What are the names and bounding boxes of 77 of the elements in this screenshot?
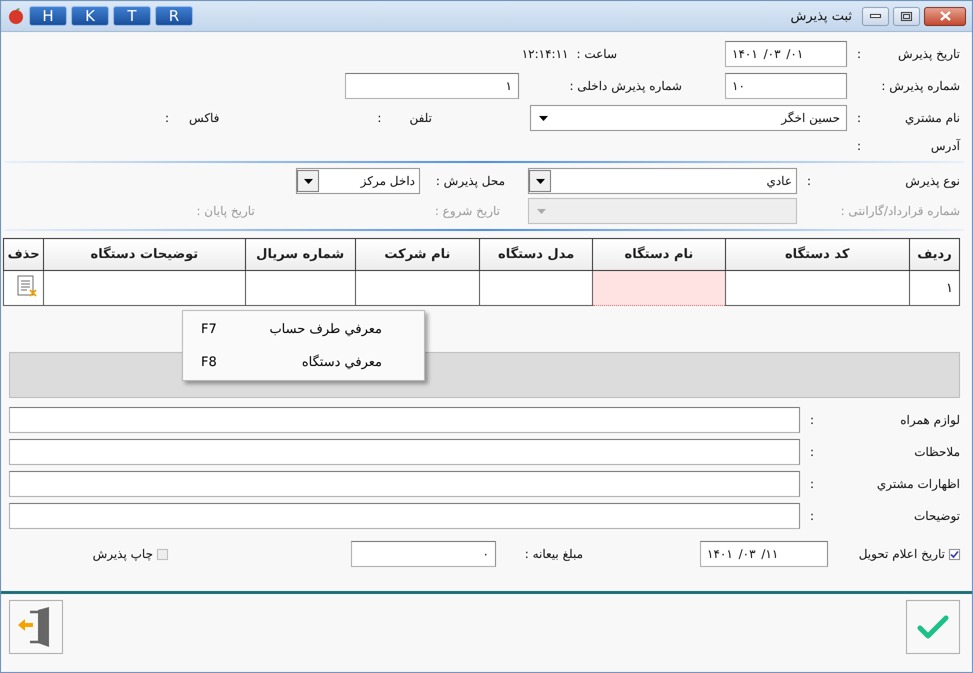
shortcut-button[interactable]: H <box>29 6 67 26</box>
column-header[interactable]: ردیف <box>909 238 960 270</box>
checkbox-label: تاریخ اعلام تحویل <box>858 547 945 561</box>
colon-label: : <box>810 509 814 523</box>
colon-label: : <box>810 445 814 459</box>
table-cell[interactable] <box>245 270 356 306</box>
checkbox-label: چاپ پذیرش <box>92 547 153 561</box>
checkbox[interactable] <box>949 548 960 560</box>
shortcut-button[interactable]: T <box>113 6 151 26</box>
column-header[interactable]: توضیحات دستگاه <box>44 238 246 270</box>
column-header[interactable]: حذف <box>4 238 44 270</box>
input-field[interactable] <box>9 407 800 433</box>
field-label: اظهارات مشتري <box>876 477 960 491</box>
exit-button[interactable] <box>9 600 63 654</box>
field-label: ملاحظات <box>914 445 960 459</box>
colon-label: : <box>810 477 814 491</box>
close-button[interactable] <box>924 6 966 26</box>
table-cell[interactable] <box>44 270 246 306</box>
column-header[interactable]: کد دستگاه <box>725 238 910 270</box>
dropdown-arrow-icon <box>536 178 544 184</box>
column-header[interactable]: شماره سریال <box>245 238 356 270</box>
column-header[interactable]: نام دستگاه <box>592 238 726 270</box>
field-label: توضیحات <box>914 509 960 523</box>
field-label: آدرس <box>930 139 960 153</box>
field-label: لوازم همراه <box>900 413 960 427</box>
minimize-button[interactable] <box>862 6 889 26</box>
field-label: تاریخ شروع : <box>434 204 500 218</box>
field-label: شماره پذیرش داخلی : <box>568 79 682 93</box>
column-header[interactable]: مدل دستگاه <box>480 238 593 270</box>
field-label: تلفن <box>409 111 432 125</box>
shortcut-button[interactable]: R <box>155 6 193 26</box>
colon-label: : <box>857 111 862 125</box>
delete-row-icon[interactable] <box>15 274 40 298</box>
apple-icon <box>7 7 25 25</box>
time-value: ۱۲:۱۴:۱۱ <box>522 47 568 61</box>
dropdown-arrow-icon <box>539 116 548 120</box>
field-label: تاریخ پذیرش <box>898 47 960 61</box>
table-cell[interactable] <box>592 270 726 306</box>
colon-label: : <box>857 47 862 61</box>
input-field[interactable]: ۱ <box>345 73 519 99</box>
field-label: شماره پذیرش : <box>881 79 960 93</box>
minimize-icon <box>870 14 881 18</box>
field-label: محل پذیرش : <box>434 174 505 188</box>
maximize-button[interactable] <box>893 6 920 26</box>
shortcut-button[interactable]: K <box>71 6 109 26</box>
checkmark-icon <box>916 614 950 640</box>
type-combo[interactable]: عادي <box>528 168 797 194</box>
field-label: نام مشتري <box>904 111 960 125</box>
date-field[interactable]: ۱۴۰۱ /۰۳ /۱۱ <box>700 541 828 567</box>
colon-label: : <box>807 174 812 188</box>
customer-combo[interactable]: حسین اخگر <box>530 105 847 131</box>
date-field[interactable]: ۱۴۰۱ /۰۳ /۰۱ <box>725 41 847 67</box>
colon-label: : <box>857 139 862 153</box>
field-label: فاکس <box>189 111 220 125</box>
field-label: تاریخ پایان : <box>196 204 255 218</box>
input-field[interactable]: ۰ <box>351 541 496 567</box>
colon-label: : <box>164 111 170 125</box>
dropdown-arrow-icon <box>304 178 312 184</box>
field-label: ساعت : <box>576 47 617 61</box>
close-icon <box>940 11 950 21</box>
dropdown-arrow-icon <box>537 208 546 214</box>
window-title: ثبت پذیرش <box>790 8 852 24</box>
input-field[interactable]: ۱۰ <box>725 73 847 99</box>
table-cell[interactable] <box>355 270 480 306</box>
maximize-icon <box>901 12 912 20</box>
colon-label: : <box>810 413 814 427</box>
field-label: نوع پذیرش <box>905 174 960 188</box>
input-field[interactable] <box>9 503 800 529</box>
table-cell[interactable]: ۱ <box>909 270 960 306</box>
field-label: مبلغ بیعانه : <box>524 547 583 561</box>
location-combo[interactable]: داخل مرکز <box>296 168 420 194</box>
colon-label: : <box>377 111 382 125</box>
table-cell[interactable] <box>480 270 593 306</box>
field-label: شماره قرارداد/گارانتی : <box>840 204 960 218</box>
column-header[interactable]: نام شرکت <box>355 238 480 270</box>
input-field[interactable] <box>9 471 800 497</box>
input-field[interactable] <box>9 439 800 465</box>
